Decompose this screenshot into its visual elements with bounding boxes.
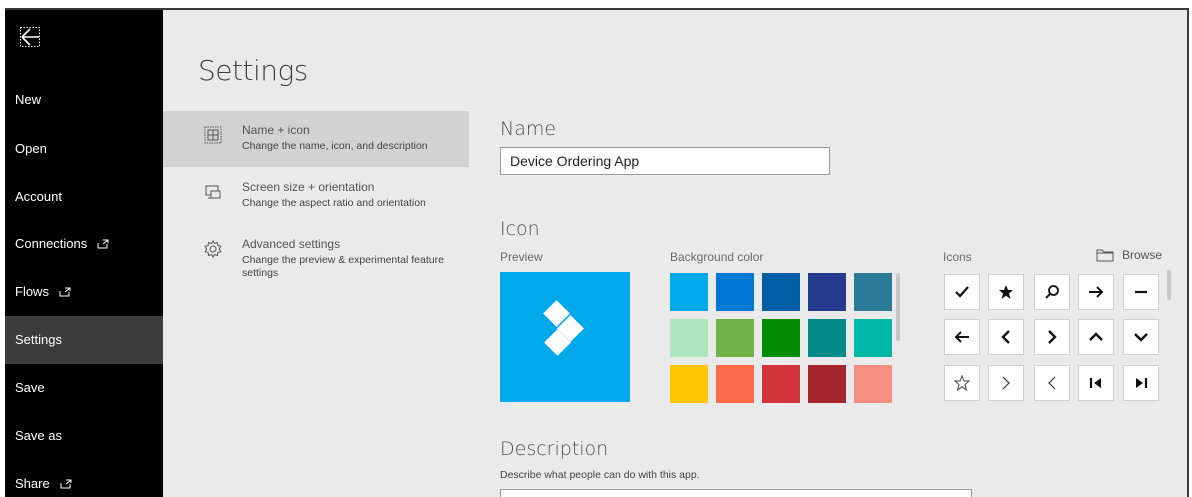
backstage-nav: New Open Account Connections Flows Setti… xyxy=(5,10,163,497)
description-hint: Describe what people can do with this ap… xyxy=(500,469,700,481)
icon-preview xyxy=(500,272,630,402)
nav-settings[interactable]: Settings xyxy=(5,316,163,364)
color-swatch[interactable] xyxy=(716,365,754,403)
subnav-screen-size-title: Screen size + orientation xyxy=(242,180,375,194)
screen-orientation-icon xyxy=(205,185,221,199)
color-swatch[interactable] xyxy=(670,319,708,357)
chevron-left-thin-icon[interactable] xyxy=(1034,365,1070,401)
grid-icon xyxy=(204,126,222,144)
subnav-name-icon[interactable]: Name + icon Change the name, icon, and d… xyxy=(163,111,469,167)
color-swatch[interactable] xyxy=(762,319,800,357)
color-swatch[interactable] xyxy=(762,273,800,311)
chevron-up-icon[interactable] xyxy=(1078,319,1114,355)
app-logo-icon xyxy=(543,300,584,356)
nav-new-label: New xyxy=(15,92,42,107)
nav-account[interactable]: Account xyxy=(5,173,163,221)
skip-last-icon[interactable] xyxy=(1123,365,1159,401)
nav-share-label: Share xyxy=(15,476,50,491)
chevron-left-icon[interactable] xyxy=(988,319,1024,355)
color-swatch[interactable] xyxy=(716,273,754,311)
folder-icon xyxy=(1096,249,1114,262)
nav-save-as-label: Save as xyxy=(15,428,62,443)
subnav-advanced-desc: Change the preview & experimental featur… xyxy=(242,254,444,279)
background-color-label: Background color xyxy=(670,250,764,264)
app-name-input[interactable]: Device Ordering App xyxy=(500,147,830,175)
arrow-left-icon[interactable] xyxy=(944,319,980,355)
back-arrow-icon[interactable] xyxy=(19,26,43,50)
preview-label: Preview xyxy=(500,250,543,264)
color-swatch[interactable] xyxy=(808,319,846,357)
arrow-right-icon[interactable] xyxy=(1078,274,1114,310)
check-icon[interactable] xyxy=(944,274,980,310)
nav-new[interactable]: New xyxy=(5,76,163,124)
icons-scrollbar[interactable] xyxy=(1167,270,1171,300)
nav-open[interactable]: Open xyxy=(5,125,163,173)
color-swatch[interactable] xyxy=(762,365,800,403)
chevron-right-thin-icon[interactable] xyxy=(988,365,1024,401)
color-swatch[interactable] xyxy=(854,319,892,357)
description-heading: Description xyxy=(500,438,609,460)
subnav-name-icon-desc: Change the name, icon, and description xyxy=(242,140,428,152)
color-swatch[interactable] xyxy=(670,273,708,311)
external-link-icon xyxy=(59,287,71,297)
subnav-advanced[interactable]: Advanced settings Change the preview & e… xyxy=(163,225,469,289)
color-swatch[interactable] xyxy=(716,319,754,357)
nav-share[interactable]: Share xyxy=(5,460,163,497)
star-outline-icon[interactable] xyxy=(944,365,980,401)
color-swatch[interactable] xyxy=(854,273,892,311)
nav-connections[interactable]: Connections xyxy=(5,220,163,268)
description-input[interactable] xyxy=(500,489,972,497)
color-swatch[interactable] xyxy=(808,273,846,311)
icons-label: Icons xyxy=(943,250,972,264)
nav-flows[interactable]: Flows xyxy=(5,268,163,316)
gear-icon xyxy=(204,240,222,258)
app-window: New Open Account Connections Flows Setti… xyxy=(5,8,1189,497)
nav-flows-label: Flows xyxy=(15,284,49,299)
nav-open-label: Open xyxy=(15,141,47,156)
color-swatch[interactable] xyxy=(670,365,708,403)
chevron-right-icon[interactable] xyxy=(1034,319,1070,355)
name-heading: Name xyxy=(500,118,557,140)
chevron-down-icon[interactable] xyxy=(1123,319,1159,355)
subnav-screen-size-desc: Change the aspect ratio and orientation xyxy=(242,197,426,209)
color-swatch[interactable] xyxy=(808,365,846,403)
nav-account-label: Account xyxy=(15,189,62,204)
nav-save-as[interactable]: Save as xyxy=(5,412,163,460)
browse-button[interactable]: Browse xyxy=(1096,248,1162,262)
search-icon[interactable] xyxy=(1034,274,1070,310)
nav-save[interactable]: Save xyxy=(5,364,163,412)
subnav-screen-size[interactable]: Screen size + orientation Change the asp… xyxy=(163,168,469,224)
nav-connections-label: Connections xyxy=(15,236,88,251)
external-link-icon xyxy=(60,479,72,489)
subnav-name-icon-title: Name + icon xyxy=(242,123,310,137)
skip-first-icon[interactable] xyxy=(1078,365,1114,401)
nav-save-label: Save xyxy=(15,380,45,395)
browse-label: Browse xyxy=(1122,248,1163,262)
color-swatch[interactable] xyxy=(854,365,892,403)
minus-icon[interactable] xyxy=(1123,274,1159,310)
external-link-icon xyxy=(97,239,109,249)
star-icon[interactable] xyxy=(988,274,1024,310)
subnav-advanced-title: Advanced settings xyxy=(242,237,341,251)
nav-settings-label: Settings xyxy=(15,332,62,347)
page-title: Settings xyxy=(198,54,308,87)
colors-scrollbar[interactable] xyxy=(896,273,900,341)
icon-heading: Icon xyxy=(500,218,540,240)
